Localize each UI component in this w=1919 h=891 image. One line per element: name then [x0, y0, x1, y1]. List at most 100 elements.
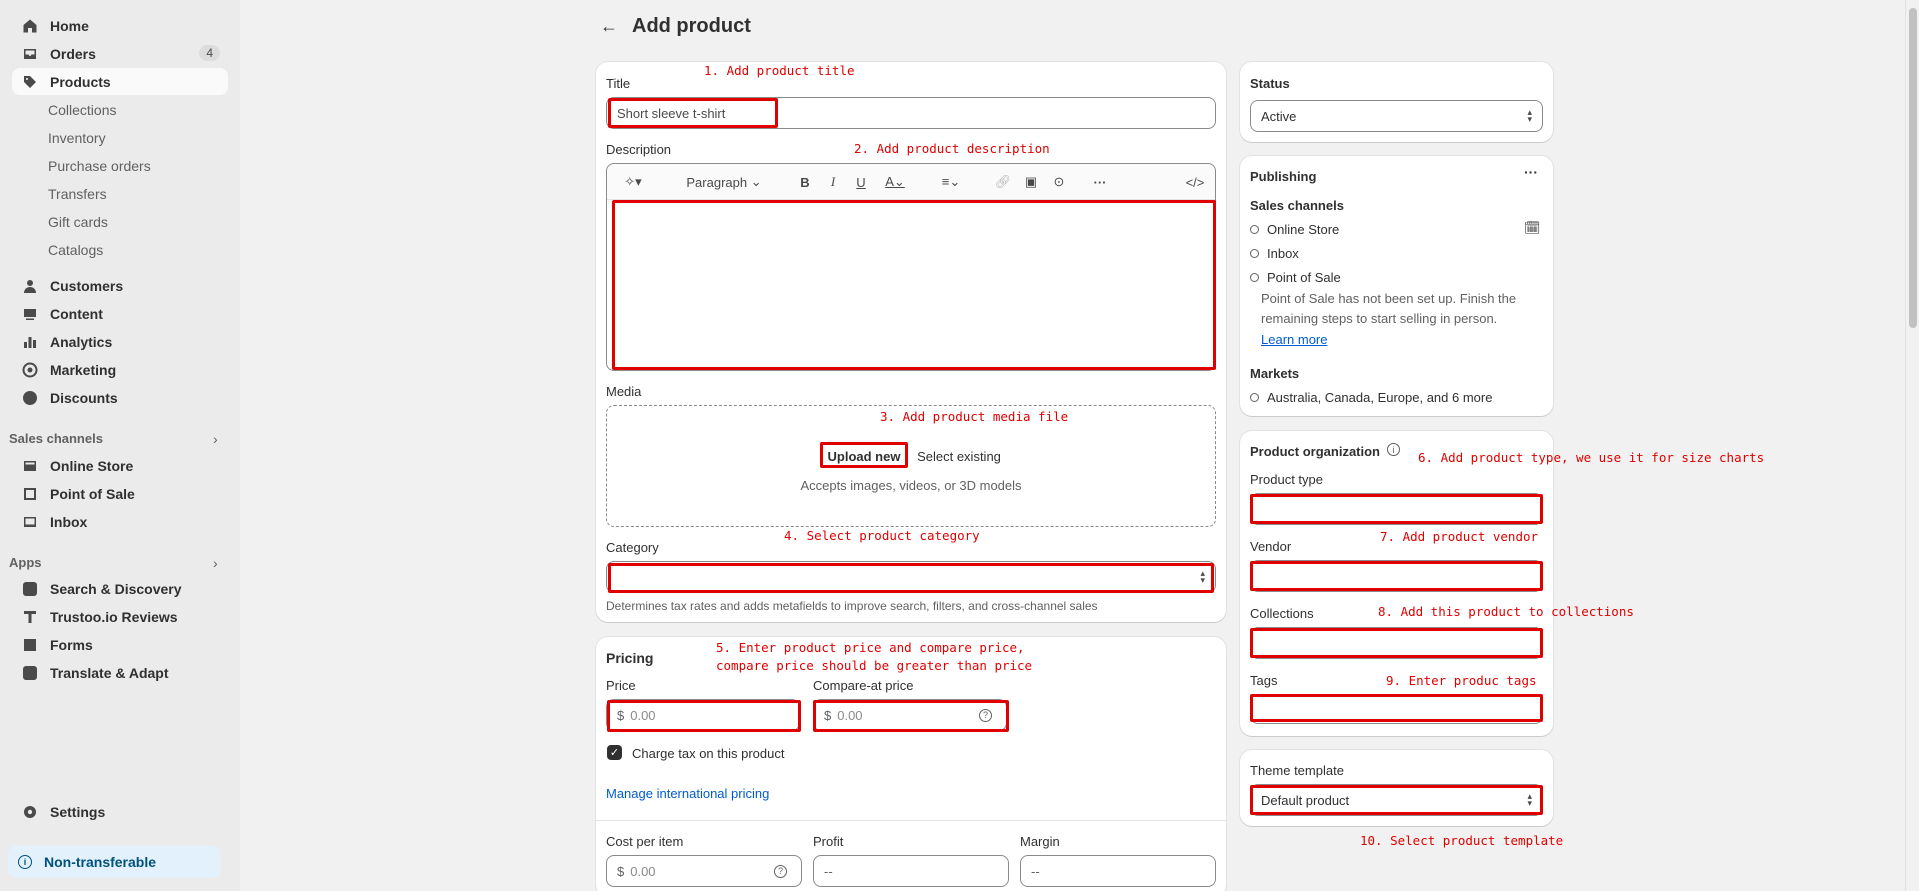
sidebar-sub-transfers[interactable]: Transfers	[48, 186, 107, 202]
inbox-icon	[22, 514, 38, 530]
highlight-vendor	[1250, 561, 1543, 591]
sidebar-item-label: Translate & Adapt	[50, 664, 169, 681]
pos-note-line2: remaining steps to start selling in pers…	[1261, 311, 1498, 326]
sidebar-sub-catalogs[interactable]: Catalogs	[48, 242, 103, 258]
divider	[596, 820, 1226, 821]
status-label: Status	[1250, 76, 1290, 91]
sidebar-item-forms[interactable]: Forms	[12, 631, 228, 658]
select-existing-button[interactable]: Select existing	[912, 444, 1006, 468]
annotation-1: 1. Add product title	[704, 63, 855, 78]
sidebar-sub-gift-cards[interactable]: Gift cards	[48, 214, 108, 230]
italic-icon[interactable]: I	[824, 170, 842, 194]
arrow-left-icon[interactable]: ←	[600, 16, 618, 37]
product-organization-heading: Product organization	[1250, 444, 1380, 459]
translate-app-icon	[22, 665, 38, 681]
paragraph-dropdown-label: Paragraph	[686, 174, 748, 190]
sales-channels-header-label: Sales channels	[9, 431, 103, 446]
highlight-compare-price	[813, 700, 1009, 732]
sidebar-item-label: Forms	[50, 636, 93, 653]
storefront-icon	[22, 458, 38, 474]
code-icon[interactable]: </>	[1184, 170, 1206, 194]
target-icon	[22, 362, 38, 378]
sidebar-sub-purchase-orders[interactable]: Purchase orders	[48, 158, 151, 174]
media-label: Media	[606, 384, 642, 399]
link-icon[interactable]: 🔗︎	[994, 170, 1012, 194]
highlight-collections	[1250, 628, 1543, 658]
page-scrollbar[interactable]	[1905, 0, 1919, 891]
status-select[interactable]: Active ▴ ▾	[1250, 100, 1543, 132]
annotation-2: 2. Add product description	[854, 141, 1050, 156]
channel-point-of-sale: Point of Sale	[1250, 270, 1341, 285]
home-icon	[22, 18, 38, 34]
sidebar-item-label: Products	[50, 73, 111, 90]
sidebar-item-orders[interactable]: Orders 4	[12, 40, 228, 67]
sidebar-item-translate-adapt[interactable]: Translate & Adapt	[12, 659, 228, 686]
sidebar-item-analytics[interactable]: Analytics	[12, 328, 228, 355]
margin-field: --	[1020, 855, 1216, 887]
annotation-7: 7. Add product vendor	[1380, 529, 1539, 544]
apps-header[interactable]: Apps ›	[9, 555, 229, 571]
more-icon[interactable]: ···	[1090, 170, 1110, 194]
channel-indicator	[1250, 249, 1259, 258]
cost-per-item-input[interactable]: $ 0.00 ?	[606, 855, 802, 887]
sidebar-sub-collections[interactable]: Collections	[48, 102, 116, 118]
orders-count-badge: 4	[199, 45, 220, 61]
sidebar-item-customers[interactable]: Customers	[12, 272, 228, 299]
category-hint: Determines tax rates and adds metafields…	[606, 599, 1098, 613]
select-arrows-icon: ▴ ▾	[1527, 107, 1532, 124]
status-select-value: Active	[1261, 108, 1297, 124]
info-icon[interactable]: i	[1387, 443, 1400, 456]
sidebar-item-home[interactable]: Home	[12, 12, 228, 39]
markets-value: Australia, Canada, Europe, and 6 more	[1250, 390, 1492, 405]
sidebar-item-search-discovery[interactable]: Search & Discovery	[12, 575, 228, 602]
sidebar-item-label: Analytics	[50, 333, 113, 350]
pricing-heading: Pricing	[606, 650, 654, 666]
sidebar-item-settings[interactable]: Settings	[12, 798, 228, 825]
paragraph-dropdown[interactable]: Paragraph ⌄	[676, 170, 772, 194]
help-circle-icon[interactable]: ?	[774, 864, 787, 878]
profit-field: --	[813, 855, 1009, 887]
chevron-right-icon: ›	[213, 431, 218, 447]
highlight-description	[612, 200, 1216, 370]
underline-icon[interactable]: U	[852, 170, 870, 194]
profit-label: Profit	[813, 834, 844, 849]
scrollbar-thumb[interactable]	[1909, 8, 1917, 328]
sidebar-item-marketing[interactable]: Marketing	[12, 356, 228, 383]
sidebar: Home Orders 4 Products Collections Inven…	[0, 0, 240, 891]
sidebar-item-point-of-sale[interactable]: Point of Sale	[12, 480, 228, 507]
charge-tax-checkbox[interactable]: ✓	[607, 745, 622, 760]
text-color-icon[interactable]: A⌄	[880, 170, 910, 194]
product-type-label: Product type	[1250, 472, 1323, 487]
sidebar-item-products[interactable]: Products	[12, 68, 228, 95]
sidebar-item-label: Online Store	[50, 457, 134, 474]
annotation-9: 9. Enter produc tags	[1386, 673, 1537, 688]
inbox-tray-icon	[22, 46, 38, 62]
manage-international-pricing-link[interactable]: Manage international pricing	[606, 786, 769, 801]
calendar-clock-icon[interactable]: 🗓︎	[1524, 220, 1541, 236]
more-options-icon[interactable]: ···	[1524, 164, 1538, 180]
compare-at-price-label: Compare-at price	[813, 678, 914, 693]
sidebar-item-online-store[interactable]: Online Store	[12, 452, 228, 479]
sidebar-sub-inventory[interactable]: Inventory	[48, 130, 106, 146]
sidebar-item-content[interactable]: Content	[12, 300, 228, 327]
sidebar-item-discounts[interactable]: Discounts	[12, 384, 228, 411]
sidebar-item-inbox[interactable]: Inbox	[12, 508, 228, 535]
non-transferable-banner[interactable]: i Non-transferable	[8, 846, 221, 878]
image-icon[interactable]: ▣	[1022, 170, 1040, 194]
highlight-product-type	[1250, 494, 1543, 524]
sidebar-item-label: Marketing	[50, 361, 117, 378]
bold-icon[interactable]: B	[796, 170, 814, 194]
sales-channels-header[interactable]: Sales channels ›	[9, 431, 229, 447]
channel-inbox: Inbox	[1250, 246, 1299, 261]
ai-magic-icon[interactable]: ✧▾	[618, 170, 648, 194]
highlight-tags	[1250, 694, 1543, 722]
sidebar-item-trustoo[interactable]: Trustoo.io Reviews	[12, 603, 228, 630]
title-label: Title	[606, 76, 631, 91]
cost-per-item-label: Cost per item	[606, 834, 684, 849]
video-icon[interactable]: ⊙	[1050, 170, 1068, 194]
learn-more-link[interactable]: Learn more	[1261, 332, 1327, 347]
align-icon[interactable]: ≡⌄	[936, 170, 966, 194]
price-label: Price	[606, 678, 636, 693]
sidebar-item-label: Inbox	[50, 513, 88, 530]
highlight-category	[608, 563, 1214, 593]
